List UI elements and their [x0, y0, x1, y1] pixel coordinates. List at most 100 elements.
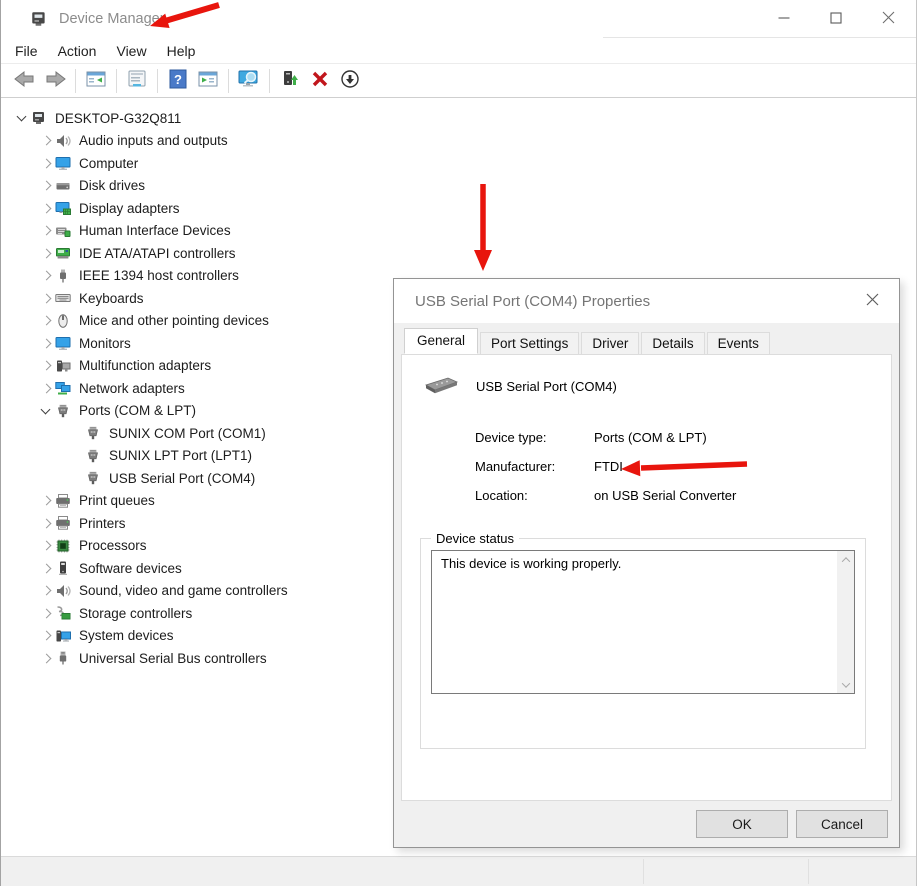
- device-status-label: Device status: [431, 531, 520, 546]
- chevron-right-icon[interactable]: [37, 379, 55, 397]
- scan-hardware-button[interactable]: [235, 67, 263, 94]
- chevron-right-icon[interactable]: [37, 267, 55, 285]
- tree-item-ide-ata-atapi-controllers[interactable]: IDE ATA/ATAPI controllers: [1, 242, 916, 265]
- update-driver-icon: [280, 69, 300, 92]
- chevron-right-icon[interactable]: [37, 357, 55, 375]
- tree-item-desktop-g32q811[interactable]: DESKTOP-G32Q811: [1, 107, 916, 130]
- processor-icon: [55, 538, 71, 554]
- chevron-right-icon[interactable]: [37, 537, 55, 555]
- tree-item-label: SUNIX LPT Port (LPT1): [109, 448, 253, 464]
- title-bar: Device Manager: [1, 0, 916, 38]
- tree-item-label: Computer: [79, 155, 139, 171]
- info-label: Device type:: [475, 430, 547, 445]
- dialog-close-button[interactable]: [851, 284, 893, 317]
- ok-button[interactable]: OK: [696, 810, 788, 838]
- chevron-right-icon[interactable]: [37, 492, 55, 510]
- update-driver-button[interactable]: [276, 67, 304, 94]
- tree-item-label: Software devices: [79, 560, 182, 576]
- tree-item-label: Print queues: [79, 493, 155, 509]
- uninstall-button[interactable]: [306, 67, 334, 94]
- chevron-down-icon[interactable]: [13, 109, 31, 127]
- chevron-right-icon[interactable]: [37, 582, 55, 600]
- disable-button[interactable]: [336, 67, 364, 94]
- disk-icon: [55, 178, 71, 194]
- chevron-right-icon[interactable]: [37, 649, 55, 667]
- scroll-down-button[interactable]: [837, 676, 854, 693]
- tree-item-label: DESKTOP-G32Q811: [55, 110, 182, 126]
- monitor-icon: [55, 335, 71, 351]
- tree-item-computer[interactable]: Computer: [1, 152, 916, 175]
- scroll-up-button[interactable]: [837, 551, 854, 568]
- chevron-right-icon[interactable]: [37, 177, 55, 195]
- display-adapter-icon: [55, 200, 71, 216]
- minimize-button[interactable]: [758, 0, 810, 38]
- chevron-right-icon[interactable]: [37, 199, 55, 217]
- forward-button[interactable]: [41, 67, 69, 94]
- chevron-right-icon[interactable]: [37, 627, 55, 645]
- maximize-button[interactable]: [810, 0, 862, 38]
- tab-general[interactable]: General: [404, 328, 479, 354]
- toolbar-separator: [75, 68, 76, 93]
- tree-item-label: Printers: [79, 515, 126, 531]
- menu-action[interactable]: Action: [58, 43, 97, 59]
- tab-port-settings[interactable]: Port Settings: [480, 332, 580, 354]
- system-icon: [55, 628, 71, 644]
- tree-item-display-adapters[interactable]: Display adapters: [1, 197, 916, 220]
- tree-item-label: Network adapters: [79, 380, 185, 396]
- action-pane-button[interactable]: [194, 67, 222, 94]
- svg-text:?: ?: [174, 72, 182, 87]
- serial-port-icon: [85, 448, 101, 464]
- status-bar: [1, 856, 916, 886]
- uninstall-icon: [310, 69, 330, 92]
- tab-driver[interactable]: Driver: [581, 332, 640, 354]
- menu-file[interactable]: File: [15, 43, 38, 59]
- chevron-right-icon[interactable]: [37, 154, 55, 172]
- properties-icon: [127, 69, 147, 92]
- toolbar-separator: [116, 68, 117, 93]
- menu-view[interactable]: View: [116, 43, 146, 59]
- chevron-right-icon[interactable]: [37, 604, 55, 622]
- tree-item-audio-inputs-and-outputs[interactable]: Audio inputs and outputs: [1, 130, 916, 153]
- console-tree-button[interactable]: [82, 67, 110, 94]
- properties-button[interactable]: [123, 67, 151, 94]
- close-button[interactable]: [862, 0, 914, 38]
- serial-port-icon: [55, 403, 71, 419]
- chevron-right-icon[interactable]: [37, 334, 55, 352]
- chevron-right-icon[interactable]: [37, 312, 55, 330]
- tree-item-label: Audio inputs and outputs: [79, 133, 228, 149]
- back-button[interactable]: [11, 67, 39, 94]
- tree-item-human-interface-devices[interactable]: Human Interface Devices: [1, 220, 916, 243]
- menu-help[interactable]: Help: [167, 43, 196, 59]
- chevron-right-icon[interactable]: [37, 289, 55, 307]
- usb-icon: [55, 650, 71, 666]
- titlebar-divider: [603, 37, 916, 38]
- statusbar-divider: [643, 859, 644, 884]
- serial-port-icon: [85, 470, 101, 486]
- tree-item-label: SUNIX COM Port (COM1): [109, 425, 266, 441]
- software-icon: [55, 560, 71, 576]
- chevron-right-icon[interactable]: [37, 514, 55, 532]
- mouse-icon: [55, 313, 71, 329]
- cancel-button[interactable]: Cancel: [796, 810, 888, 838]
- tab-details[interactable]: Details: [641, 332, 705, 354]
- serial-port-icon: [423, 373, 461, 399]
- chevron-right-icon[interactable]: [37, 559, 55, 577]
- printer-icon: [55, 515, 71, 531]
- tree-item-label: Ports (COM & LPT): [79, 403, 197, 419]
- help-button[interactable]: ?: [164, 67, 192, 94]
- chevron-right-icon[interactable]: [37, 222, 55, 240]
- device-status-textbox[interactable]: This device is working properly.: [431, 550, 855, 694]
- window-title: Device Manager: [59, 11, 165, 27]
- menu-bar: File Action View Help: [1, 38, 916, 64]
- chevron-right-icon[interactable]: [37, 132, 55, 150]
- chevron-right-icon[interactable]: [37, 244, 55, 262]
- status-scrollbar[interactable]: [837, 551, 854, 693]
- tab-events[interactable]: Events: [706, 332, 770, 354]
- action-pane-icon: [198, 69, 218, 92]
- tree-item-disk-drives[interactable]: Disk drives: [1, 175, 916, 198]
- serial-port-icon: [85, 425, 101, 441]
- general-tab-page: USB Serial Port (COM4) Device type: Ports…: [401, 354, 892, 801]
- chevron-down-icon[interactable]: [37, 402, 55, 420]
- statusbar-divider: [808, 859, 809, 884]
- toolbar: ?: [1, 64, 916, 98]
